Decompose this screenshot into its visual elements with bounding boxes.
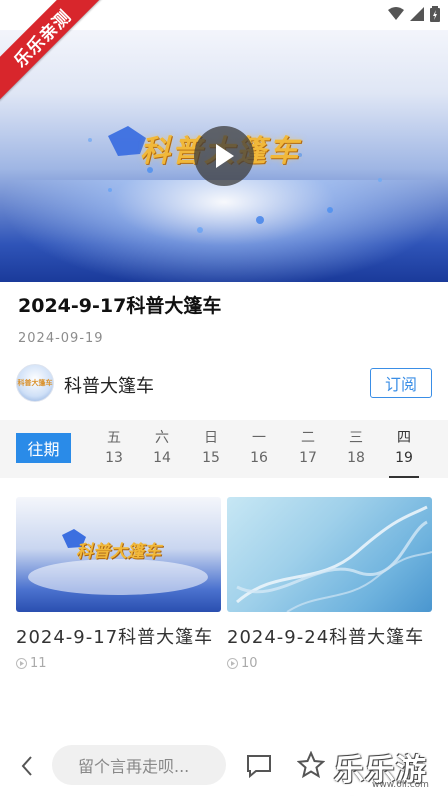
- day-weekday: 日: [204, 430, 218, 446]
- day-tab[interactable]: 一 16: [237, 428, 281, 468]
- day-weekday: 二: [301, 430, 315, 446]
- thumbnail-logo-text: 科普大篷车: [76, 542, 161, 562]
- day-tab[interactable]: 二 17: [286, 428, 330, 468]
- channel-name[interactable]: 科普大篷车: [64, 372, 154, 398]
- day-date: 18: [347, 450, 365, 466]
- view-count: 10: [227, 656, 432, 671]
- episode-thumbnail[interactable]: [227, 497, 432, 612]
- selected-day-indicator: [389, 476, 419, 478]
- status-icons: [388, 6, 440, 22]
- day-weekday: 三: [349, 430, 363, 446]
- day-tab[interactable]: 三 18: [334, 428, 378, 468]
- comment-input[interactable]: 留个言再走呗...: [52, 745, 226, 785]
- view-count-value: 11: [30, 656, 47, 671]
- card-title[interactable]: 2024-9-24科普大篷车: [227, 624, 432, 652]
- watermark-url: www.6ll.com: [372, 780, 429, 790]
- day-date: 16: [250, 450, 268, 466]
- past-episodes-button[interactable]: 往期: [16, 433, 71, 463]
- battery-icon: [430, 6, 440, 22]
- day-weekday: 一: [252, 430, 266, 446]
- wifi-icon: [388, 7, 404, 20]
- day-tab-selected[interactable]: 四 19: [382, 428, 426, 468]
- comment-icon[interactable]: [245, 752, 273, 780]
- episode-thumbnail[interactable]: 科普大篷车: [16, 497, 221, 612]
- play-count-icon: [16, 658, 27, 669]
- day-tab[interactable]: 六 14: [140, 428, 184, 468]
- day-weekday: 五: [107, 430, 121, 446]
- day-tab[interactable]: 日 15: [189, 428, 233, 468]
- signal-icon: [410, 7, 424, 21]
- dna-helix-image: [236, 505, 432, 612]
- back-icon[interactable]: [14, 752, 42, 780]
- episode-card[interactable]: 2024-9-24科普大篷车 10: [227, 497, 432, 671]
- episode-date: 2024-09-19: [18, 331, 104, 346]
- channel-avatar[interactable]: 科普大篷车: [16, 364, 54, 402]
- view-count: 11: [16, 656, 221, 671]
- video-player[interactable]: 科普大篷车: [0, 30, 448, 282]
- date-strip: 往期 五 13 六 14 日 15 一 16 二 17 三 18 四 19: [0, 420, 448, 478]
- bottom-bar: 留个言再走呗... 乐乐游戏 www.6ll.com: [0, 740, 448, 796]
- episode-title: 2024-9-17科普大篷车: [18, 295, 222, 317]
- day-weekday: 四: [397, 430, 411, 446]
- day-date: 17: [299, 450, 317, 466]
- play-count-icon: [227, 658, 238, 669]
- channel-avatar-text: 科普大篷车: [17, 379, 53, 387]
- day-date: 15: [202, 450, 220, 466]
- subscribe-button[interactable]: 订阅: [370, 368, 432, 398]
- view-count-value: 10: [241, 656, 258, 671]
- episode-card[interactable]: 科普大篷车 2024-9-17科普大篷车 11: [16, 497, 221, 671]
- day-date: 14: [153, 450, 171, 466]
- day-date: 19: [395, 450, 413, 466]
- play-icon: [216, 144, 234, 168]
- day-date: 13: [105, 450, 123, 466]
- card-title[interactable]: 2024-9-17科普大篷车: [16, 624, 221, 652]
- day-tab[interactable]: 五 13: [92, 428, 136, 468]
- star-icon[interactable]: [297, 751, 325, 779]
- day-weekday: 六: [155, 430, 169, 446]
- play-button[interactable]: [194, 126, 254, 186]
